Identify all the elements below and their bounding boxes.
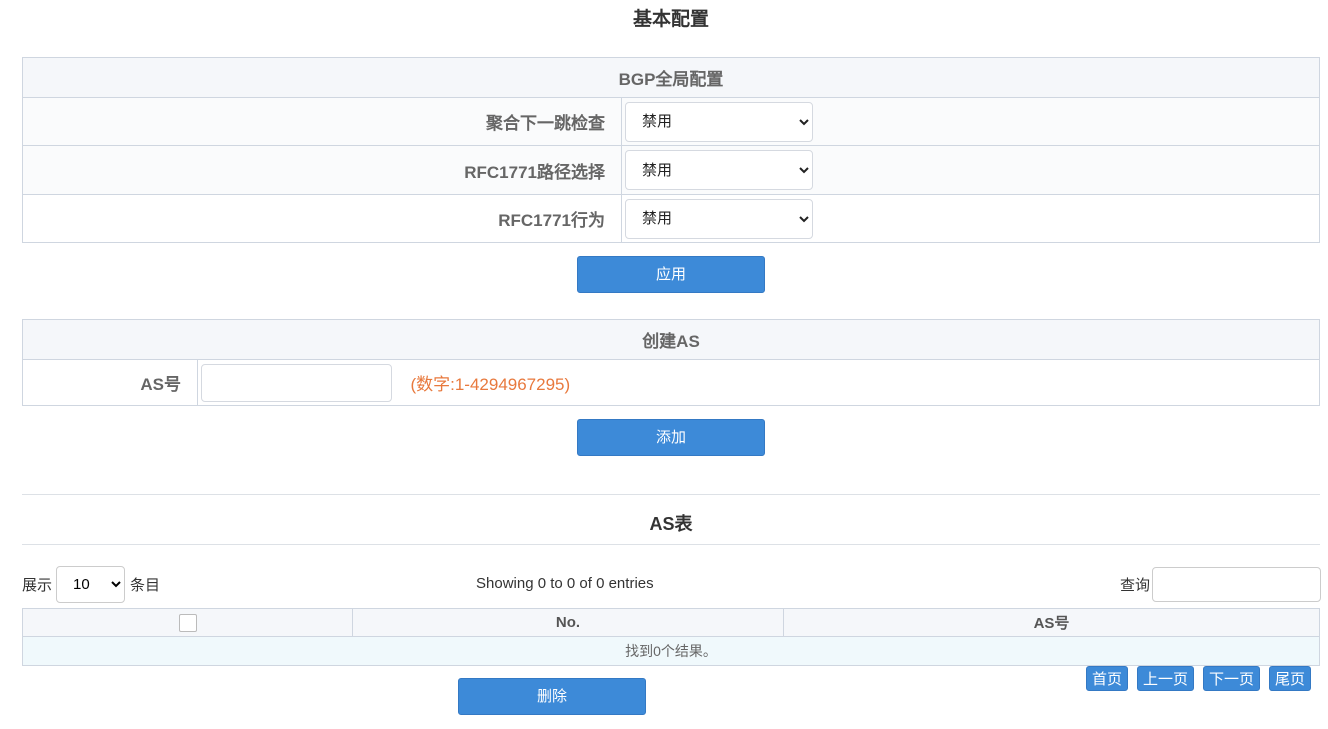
aggregate-nexthop-check-label: 聚合下一跳检查	[22, 97, 622, 146]
table-search: 查询	[1120, 567, 1322, 602]
column-header-no[interactable]: No.	[352, 608, 784, 637]
first-page-button[interactable]: 首页	[1086, 666, 1129, 691]
prev-page-button[interactable]: 上一页	[1137, 666, 1195, 691]
rfc1771-path-select-cell: 禁用	[621, 145, 1320, 195]
page-length-control: 展示 10 条目	[22, 566, 160, 603]
column-header-as-number[interactable]: AS号	[783, 608, 1320, 637]
table-info: Showing 0 to 0 of 0 entries	[476, 575, 654, 592]
search-input[interactable]	[1152, 567, 1322, 602]
rfc1771-behavior-select[interactable]: 禁用	[625, 198, 813, 239]
page-length-prefix: 展示	[22, 577, 53, 594]
rfc1771-path-select-select[interactable]: 禁用	[625, 150, 813, 190]
create-as-table: 创建AS AS号 (数字:1-4294967295)	[22, 319, 1320, 406]
select-all-header	[22, 608, 353, 637]
page-title: 基本配置	[632, 9, 709, 30]
table-row: 找到0个结果。	[22, 636, 1320, 666]
bgp-global-config-table: BGP全局配置 聚合下一跳检查 禁用 RFC1771路径选择 禁用 RFC177…	[22, 57, 1320, 243]
section-divider-top	[22, 494, 1320, 495]
delete-button[interactable]: 删除	[458, 678, 646, 715]
as-data-table: No. AS号 找到0个结果。	[22, 608, 1320, 666]
search-label: 查询	[1120, 577, 1151, 594]
as-number-hint: (数字:1-4294967295)	[410, 375, 571, 395]
aggregate-nexthop-check-select[interactable]: 禁用	[625, 101, 813, 142]
rfc1771-behavior-label: RFC1771行为	[22, 194, 622, 243]
rfc1771-behavior-cell: 禁用	[621, 194, 1320, 243]
section-divider-bottom	[22, 544, 1320, 545]
table-header-row: No. AS号	[22, 608, 1320, 637]
rfc1771-path-select-label: RFC1771路径选择	[22, 145, 622, 195]
as-table-title: AS表	[649, 514, 693, 534]
page-length-suffix: 条目	[130, 577, 161, 594]
pagination: 首页 上一页 下一页 尾页	[1077, 666, 1312, 691]
last-page-button[interactable]: 尾页	[1269, 666, 1312, 691]
as-number-cell: (数字:1-4294967295)	[197, 359, 1320, 406]
add-button[interactable]: 添加	[577, 419, 765, 456]
next-page-button[interactable]: 下一页	[1203, 666, 1261, 691]
page-length-select[interactable]: 10	[56, 566, 126, 603]
aggregate-nexthop-check-cell: 禁用	[621, 97, 1320, 146]
bgp-global-config-header: BGP全局配置	[22, 57, 1320, 98]
as-number-input[interactable]	[201, 363, 392, 402]
empty-table-message: 找到0个结果。	[22, 636, 1320, 666]
select-all-checkbox[interactable]	[178, 613, 197, 632]
apply-button[interactable]: 应用	[577, 256, 765, 293]
create-as-header: 创建AS	[22, 319, 1320, 360]
as-number-label: AS号	[22, 359, 198, 406]
